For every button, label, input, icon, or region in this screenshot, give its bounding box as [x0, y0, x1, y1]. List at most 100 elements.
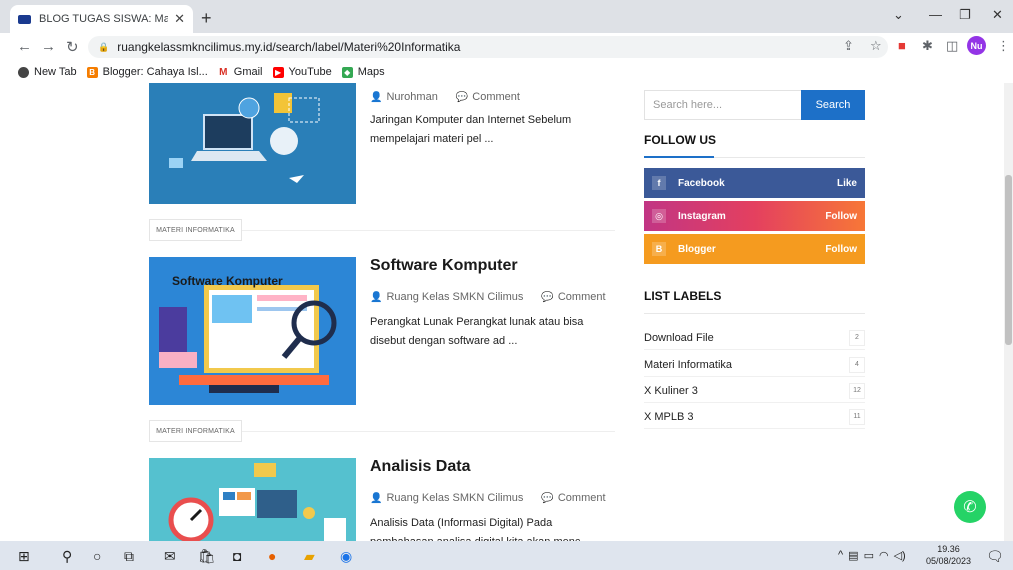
bookmark-new-tab[interactable]: New Tab	[18, 66, 77, 78]
new-tab-button[interactable]: +	[201, 8, 212, 29]
close-window-button[interactable]: ✕	[992, 7, 1003, 23]
post-excerpt: Jaringan Komputer dan Internet Sebelum m…	[370, 114, 572, 145]
bookmarks-bar: New Tab B Blogger: Cahaya Isl... M Gmail…	[0, 61, 1013, 83]
profile-avatar[interactable]: Nu	[967, 36, 986, 55]
follow-us-heading: FOLLOW US	[644, 133, 716, 147]
comment-icon: 💬	[455, 91, 469, 103]
back-button[interactable]: ←	[17, 38, 32, 55]
thumbnail-caption: Software Komputer	[172, 274, 283, 288]
share-icon[interactable]: ⇪	[843, 38, 854, 54]
label-item[interactable]: Materi Informatika 4	[644, 353, 865, 377]
post-title[interactable]: Software Komputer	[370, 257, 518, 275]
label-count: 12	[849, 382, 865, 399]
user-icon: 👤	[370, 91, 383, 103]
clock-time: 19.36	[937, 544, 960, 554]
menu-kebab-icon[interactable]: ⋮	[997, 38, 1010, 54]
store-icon[interactable]: 🛍	[198, 548, 216, 565]
page-scrollbar[interactable]	[1004, 83, 1013, 541]
side-panel-icon[interactable]: ◫	[946, 38, 958, 54]
firefox-icon[interactable]: ●	[268, 548, 276, 564]
tray-app-icon[interactable]: ▤	[848, 549, 858, 562]
post-comment-link[interactable]: Comment	[472, 91, 520, 103]
extensions-puzzle-icon[interactable]: ✱	[922, 38, 933, 54]
facebook-button[interactable]: f Facebook Like	[644, 168, 865, 198]
camera-icon[interactable]: ◘	[233, 548, 241, 564]
system-tray: ^ ▤ ▭ ◠ ◁)	[838, 549, 906, 562]
restore-button[interactable]: ❐	[959, 7, 971, 23]
tab-search-icon[interactable]: ⌄	[893, 7, 904, 23]
label-item[interactable]: X Kuliner 3 12	[644, 379, 865, 403]
address-bar[interactable]: 🔒 ruangkelassmkncilimus.my.id/search/lab…	[88, 36, 888, 58]
chrome-icon[interactable]: ◉	[340, 548, 352, 565]
instagram-icon: ◎	[652, 209, 666, 223]
url-text: ruangkelassmkncilimus.my.id/search/label…	[117, 40, 461, 54]
heading-accent	[644, 156, 714, 158]
volume-icon[interactable]: ◁)	[894, 549, 906, 562]
label-item[interactable]: X MPLB 3 11	[644, 405, 865, 429]
cortana-icon[interactable]: ○	[93, 548, 101, 564]
battery-icon[interactable]: ▭	[864, 549, 874, 562]
reload-button[interactable]: ↻	[66, 38, 79, 56]
web-page: 👤 Nurohman 💬 Comment Jaringan Komputer d…	[0, 83, 1013, 541]
post-label[interactable]: MATERI INFORMATIKA	[149, 420, 242, 442]
maps-icon: ◆	[341, 66, 353, 78]
windows-start-icon[interactable]: ⊞	[18, 548, 30, 565]
bookmark-youtube[interactable]: ▶ YouTube	[272, 66, 332, 78]
blogger-button[interactable]: B Blogger Follow	[644, 234, 865, 264]
post-thumbnail-software[interactable]: Software Komputer	[149, 257, 356, 405]
toolbar: ← → ↻ 🔒 ruangkelassmkncilimus.my.id/sear…	[0, 33, 1013, 61]
notification-icon[interactable]: 🗨	[986, 548, 1004, 565]
wifi-icon[interactable]: ◠	[879, 549, 889, 562]
bookmark-star-icon[interactable]: ☆	[870, 38, 882, 54]
divider	[242, 230, 615, 231]
search-icon[interactable]: ⚲	[62, 548, 72, 565]
task-view-icon[interactable]: ⧉	[124, 548, 134, 565]
bookmark-maps[interactable]: ◆ Maps	[341, 66, 385, 78]
windows-taskbar: ⊞ ⚲ ○ ⧉ ✉ 🛍 ◘ ● ▰ ◉ ^ ▤ ▭ ◠ ◁) 19.36 05/…	[0, 541, 1013, 570]
post-thumbnail-data-analysis[interactable]	[149, 458, 356, 541]
lock-icon: 🔒	[98, 41, 110, 52]
post-author[interactable]: Ruang Kelas SMKN Cilimus	[386, 291, 523, 303]
close-tab-icon[interactable]: ✕	[174, 11, 185, 27]
label-count: 4	[849, 356, 865, 373]
user-icon: 👤	[370, 492, 383, 504]
globe-icon	[18, 66, 29, 78]
label-count: 2	[849, 329, 865, 346]
minimize-button[interactable]: —	[929, 7, 942, 22]
instagram-button[interactable]: ◎ Instagram Follow	[644, 201, 865, 231]
list-labels-heading: LIST LABELS	[644, 289, 722, 303]
extension-icon[interactable]: ■	[898, 38, 906, 53]
tab-title: BLOG TUGAS SISWA: Materi Info	[39, 13, 169, 25]
clock[interactable]: 19.36 05/08/2023	[926, 543, 971, 567]
label-item[interactable]: Download File 2	[644, 326, 865, 350]
file-explorer-icon[interactable]: ▰	[304, 548, 315, 565]
blogger-icon: B	[86, 66, 98, 78]
label-count: 11	[849, 408, 865, 425]
post-thumbnail-networking[interactable]	[149, 83, 356, 204]
post-title[interactable]: Analisis Data	[370, 458, 470, 476]
bookmark-blogger[interactable]: B Blogger: Cahaya Isl...	[86, 66, 208, 78]
mail-icon[interactable]: ✉	[164, 548, 176, 565]
post-comment-link[interactable]: Comment	[558, 291, 606, 303]
browser-tab[interactable]: BLOG TUGAS SISWA: Materi Info ✕	[10, 5, 193, 33]
whatsapp-chat-button[interactable]: ✆	[954, 491, 986, 523]
chevron-up-icon[interactable]: ^	[838, 549, 843, 562]
search-button[interactable]: Search	[801, 90, 865, 120]
comment-icon: 💬	[541, 492, 554, 504]
clock-date: 05/08/2023	[926, 556, 972, 566]
post-label[interactable]: MATERI INFORMATIKA	[149, 219, 242, 241]
blog-favicon-icon	[18, 14, 31, 24]
post-comment-link[interactable]: Comment	[558, 492, 606, 504]
post-meta: 👤 Ruang Kelas SMKN Cilimus 💬 Comment	[370, 291, 606, 303]
post-excerpt: Analisis Data (Informasi Digital) Pada p…	[370, 517, 593, 541]
post-author[interactable]: Ruang Kelas SMKN Cilimus	[386, 492, 523, 504]
post-author[interactable]: Nurohman	[386, 91, 437, 103]
gmail-icon: M	[217, 66, 229, 78]
blogger-icon: B	[652, 242, 666, 256]
scrollbar-thumb[interactable]	[1005, 175, 1012, 345]
forward-button[interactable]: →	[41, 38, 56, 55]
post-meta: 👤 Ruang Kelas SMKN Cilimus 💬 Comment	[370, 492, 606, 504]
bookmark-gmail[interactable]: M Gmail	[217, 66, 263, 78]
comment-icon: 💬	[541, 291, 554, 303]
search-input[interactable]: Search here...	[644, 90, 802, 120]
